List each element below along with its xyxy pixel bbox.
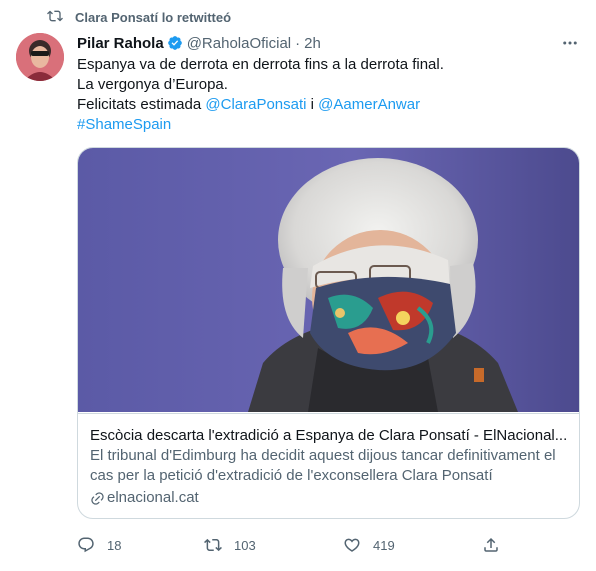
tweet-text-segment: i (306, 96, 319, 113)
verified-badge-icon (167, 36, 182, 50)
tweet-header: Pilar Rahola @RaholaOficial · 2h (77, 33, 580, 53)
share-icon (484, 537, 498, 552)
link-card[interactable]: Escòcia descarta l'extradició a Espanya … (77, 147, 580, 519)
tweet-text-line: La vergonya d’Europa. (77, 76, 228, 93)
link-icon (91, 491, 104, 505)
reply-icon (78, 537, 94, 553)
more-options-icon[interactable] (560, 33, 580, 53)
tweet-text-line: Espanya va de derrota en derrota fins a … (77, 56, 444, 73)
separator-dot: · (295, 34, 301, 52)
tweet-text: Espanya va de derrota en derrota fins a … (77, 55, 577, 135)
retweet-icon (47, 8, 75, 27)
like-button[interactable]: 419 (343, 536, 395, 554)
retweet-count: 103 (234, 537, 256, 553)
retweet-button[interactable]: 103 (204, 536, 256, 554)
tweet-actions: 18 103 419 (77, 534, 507, 556)
like-count: 419 (373, 537, 395, 553)
card-image (78, 148, 579, 412)
card-description: El tribunal d'Edimburg ha decidit aquest… (90, 447, 556, 484)
retweeted-by-label: Clara Ponsatí lo retwitteó (75, 9, 232, 25)
retweeted-by[interactable]: Clara Ponsatí lo retwitteó (47, 8, 231, 26)
author-avatar[interactable] (16, 33, 64, 81)
tweet-timestamp[interactable]: 2h (304, 35, 321, 52)
heart-icon (344, 538, 360, 552)
mention-link[interactable]: @AamerAnwar (318, 96, 420, 113)
card-title: Escòcia descarta l'extradició a Espanya … (90, 427, 567, 444)
card-domain-label: elnacional.cat (107, 489, 199, 506)
tweet-text-line: Felicitats estimada @ClaraPonsati i @Aam… (77, 95, 577, 115)
tweet-text-segment: Felicitats estimada (77, 96, 206, 113)
retweet-icon (204, 538, 222, 552)
mention-link[interactable]: @ClaraPonsati (205, 96, 306, 113)
share-button[interactable] (482, 536, 500, 554)
reply-count: 18 (107, 537, 122, 553)
hashtag-link[interactable]: #ShameSpain (77, 116, 171, 133)
author-name[interactable]: Pilar Rahola (77, 35, 164, 52)
author-handle[interactable]: @RaholaOficial (187, 35, 291, 52)
tweet-text-line: #ShameSpain (77, 115, 577, 135)
reply-button[interactable]: 18 (77, 536, 121, 554)
card-body: Escòcia descarta l'extradició a Espanya … (78, 413, 579, 518)
card-domain: elnacional.cat (90, 488, 567, 508)
